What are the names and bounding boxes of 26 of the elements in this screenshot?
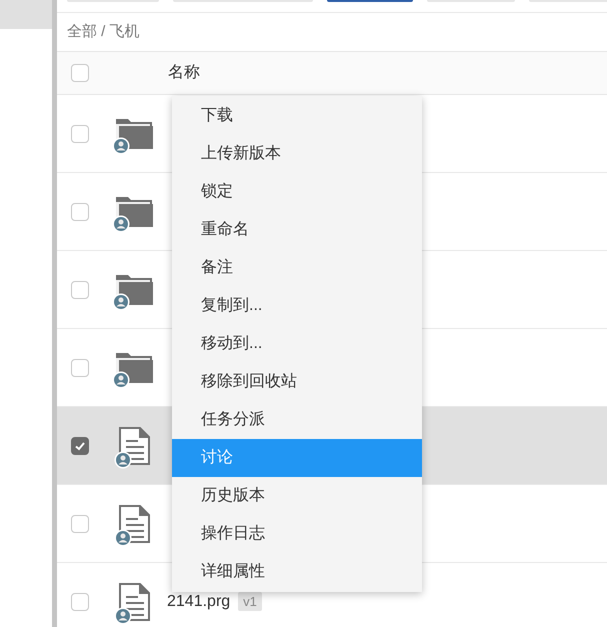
sidebar-item[interactable]: [0, 0, 52, 29]
checkbox[interactable]: [71, 64, 89, 82]
checkbox[interactable]: [71, 436, 89, 454]
menu-item[interactable]: 重命名: [172, 211, 422, 249]
checkmark-icon: [74, 440, 86, 452]
column-header: 名称: [168, 63, 200, 83]
menu-item[interactable]: 复制到...: [172, 287, 422, 325]
checkbox[interactable]: [71, 514, 89, 532]
checkbox[interactable]: [71, 124, 89, 142]
menu-item[interactable]: 任务分派: [172, 401, 422, 439]
checkbox[interactable]: [71, 358, 89, 376]
menu-item[interactable]: 锁定: [172, 173, 422, 211]
menu-item[interactable]: 操作日志: [172, 515, 422, 553]
menu-item[interactable]: 详细属性: [172, 553, 422, 591]
menu-item[interactable]: 移除到回收站: [172, 363, 422, 401]
menu-item[interactable]: 移动到...: [172, 325, 422, 363]
menu-item[interactable]: 下载: [172, 97, 422, 135]
checkbox[interactable]: [71, 202, 89, 220]
menu-item[interactable]: 历史版本: [172, 477, 422, 515]
file-name[interactable]: 2141.prg: [167, 590, 230, 614]
menu-item[interactable]: 备注: [172, 249, 422, 287]
checkbox[interactable]: [71, 592, 89, 610]
menu-item[interactable]: 上传新版本: [172, 135, 422, 173]
breadcrumb: 全部 / 飞机: [67, 22, 140, 42]
checkbox[interactable]: [71, 280, 89, 298]
version-tag: v1: [238, 592, 262, 612]
